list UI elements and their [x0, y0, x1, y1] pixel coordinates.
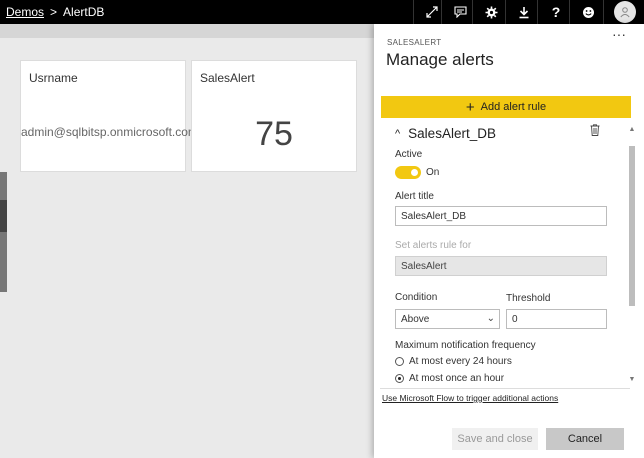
- frequency-label: Maximum notification frequency: [395, 340, 536, 351]
- smiley-icon[interactable]: [569, 0, 606, 24]
- alert-title-input[interactable]: SalesAlert_DB: [395, 206, 607, 226]
- set-rule-field: SalesAlert: [395, 256, 607, 276]
- radio-button-selected: [395, 374, 404, 383]
- gear-icon[interactable]: [472, 0, 509, 24]
- divider: [380, 388, 630, 389]
- radio-every-24-hours[interactable]: At most every 24 hours: [395, 356, 512, 367]
- radio-label: At most once an hour: [409, 373, 505, 384]
- tile-value: admin@sqlbitsp.onmicrosoft.com: [21, 125, 198, 139]
- tile-title: Usrname: [29, 71, 78, 85]
- condition-value: Above: [401, 314, 430, 325]
- threshold-label: Threshold: [506, 293, 551, 304]
- avatar: [613, 1, 636, 23]
- toggle-knob: [411, 169, 418, 176]
- breadcrumb: Demos > AlertDB: [6, 5, 104, 19]
- alert-rule-section: ^ SalesAlert_DB Active On Alert title Sa…: [374, 122, 636, 384]
- canvas-left-edge: [0, 172, 7, 292]
- condition-label: Condition: [395, 292, 438, 303]
- user-avatar-icon[interactable]: [603, 0, 644, 24]
- threshold-input[interactable]: 0: [506, 309, 607, 329]
- dashboard-canvas: Usrname admin@sqlbitsp.onmicrosoft.com S…: [0, 24, 374, 458]
- breadcrumb-separator: >: [50, 5, 58, 19]
- add-alert-rule-label: Add alert rule: [480, 101, 547, 113]
- top-bar: Demos > AlertDB ?: [0, 0, 644, 24]
- scroll-down-arrow-icon[interactable]: ▼: [628, 376, 636, 384]
- scroll-up-arrow-icon[interactable]: ▲: [628, 126, 636, 134]
- radio-once-an-hour[interactable]: At most once an hour: [395, 373, 504, 384]
- rule-header[interactable]: ^ SalesAlert_DB: [395, 126, 496, 141]
- tile-username[interactable]: Usrname admin@sqlbitsp.onmicrosoft.com: [21, 61, 198, 171]
- microsoft-flow-link[interactable]: Use Microsoft Flow to trigger additional…: [382, 393, 558, 403]
- canvas-top-strip: [0, 24, 374, 38]
- plus-icon: +: [465, 98, 475, 116]
- radio-button: [395, 357, 404, 366]
- rule-name: SalesAlert_DB: [408, 126, 496, 141]
- breadcrumb-current: AlertDB: [63, 5, 105, 19]
- active-toggle[interactable]: [395, 166, 421, 179]
- radio-label: At most every 24 hours: [409, 356, 512, 367]
- help-glyph: ?: [551, 4, 561, 20]
- breadcrumb-demos-link[interactable]: Demos: [6, 5, 44, 19]
- tile-salesalert[interactable]: SalesAlert 75: [192, 61, 356, 171]
- trash-icon[interactable]: [590, 124, 600, 136]
- cancel-button[interactable]: Cancel: [546, 428, 624, 450]
- tile-value: 75: [255, 115, 293, 153]
- chevron-down-icon: ⌄: [486, 313, 495, 324]
- save-and-close-button[interactable]: Save and close: [452, 428, 538, 450]
- panel-kicker: SALESALERT: [387, 38, 442, 47]
- chevron-up-icon: ^: [395, 127, 401, 140]
- scroll-thumb[interactable]: [629, 146, 635, 306]
- active-label: Active: [395, 149, 423, 160]
- alert-title-label: Alert title: [395, 191, 434, 202]
- manage-alerts-panel: ··· SALESALERT Manage alerts + Add alert…: [374, 24, 644, 458]
- tile-title: SalesAlert: [200, 71, 255, 85]
- active-state-text: On: [426, 167, 440, 178]
- canvas-left-edge-dark: [0, 200, 7, 232]
- add-alert-rule-button[interactable]: + Add alert rule: [381, 96, 631, 118]
- panel-title: Manage alerts: [386, 50, 494, 69]
- more-options-icon[interactable]: ···: [612, 26, 626, 42]
- condition-select[interactable]: Above ⌄: [395, 309, 500, 329]
- set-rule-label: Set alerts rule for: [395, 240, 472, 251]
- panel-scrollbar[interactable]: ▲ ▼: [628, 126, 636, 384]
